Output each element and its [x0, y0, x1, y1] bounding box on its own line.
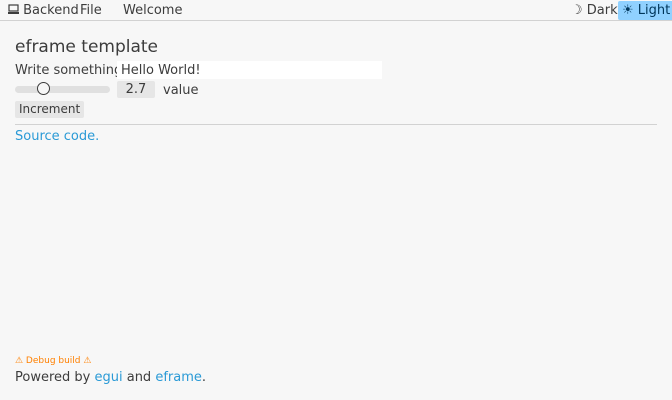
powered-by-label: Powered by	[15, 370, 95, 385]
backend-menu-button[interactable]: Backend	[8, 2, 79, 19]
file-label: File	[80, 3, 102, 18]
slider-handle[interactable]	[37, 82, 51, 95]
moon-icon: ☽	[571, 3, 583, 18]
increment-button[interactable]: Increment	[15, 101, 85, 118]
debug-build-warning: ⚠ Debug build ⚠	[15, 356, 92, 366]
top-menu-bar: Backend File Welcome ☽ Dark ☀ Light	[0, 0, 672, 21]
welcome-label: Welcome	[123, 3, 183, 18]
file-menu-button[interactable]: File	[80, 2, 102, 19]
text-input-field[interactable]	[117, 61, 382, 79]
light-theme-button[interactable]: ☀ Light	[618, 1, 672, 20]
egui-link[interactable]: egui	[94, 370, 122, 385]
backend-label: Backend	[23, 3, 79, 18]
sun-icon: ☀	[622, 3, 634, 18]
dark-theme-button[interactable]: ☽ Dark	[567, 1, 622, 20]
slider-label: value	[163, 83, 199, 98]
page-title: eframe template	[15, 37, 159, 57]
and-label: and	[122, 370, 156, 385]
period-label: .	[201, 370, 207, 385]
dark-theme-label: Dark	[586, 3, 618, 18]
value-drag-field[interactable]: 2.7	[117, 81, 155, 98]
source-code-link[interactable]: Source code.	[15, 129, 99, 144]
value-slider[interactable]	[15, 86, 110, 93]
separator	[15, 124, 657, 125]
computer-icon	[8, 2, 19, 19]
powered-by-text: Powered by egui and eframe.	[15, 369, 206, 386]
light-theme-label: Light	[637, 3, 671, 18]
input-label: Write something:	[15, 63, 127, 78]
welcome-tab[interactable]: Welcome	[123, 2, 182, 19]
eframe-link[interactable]: eframe	[155, 370, 202, 385]
